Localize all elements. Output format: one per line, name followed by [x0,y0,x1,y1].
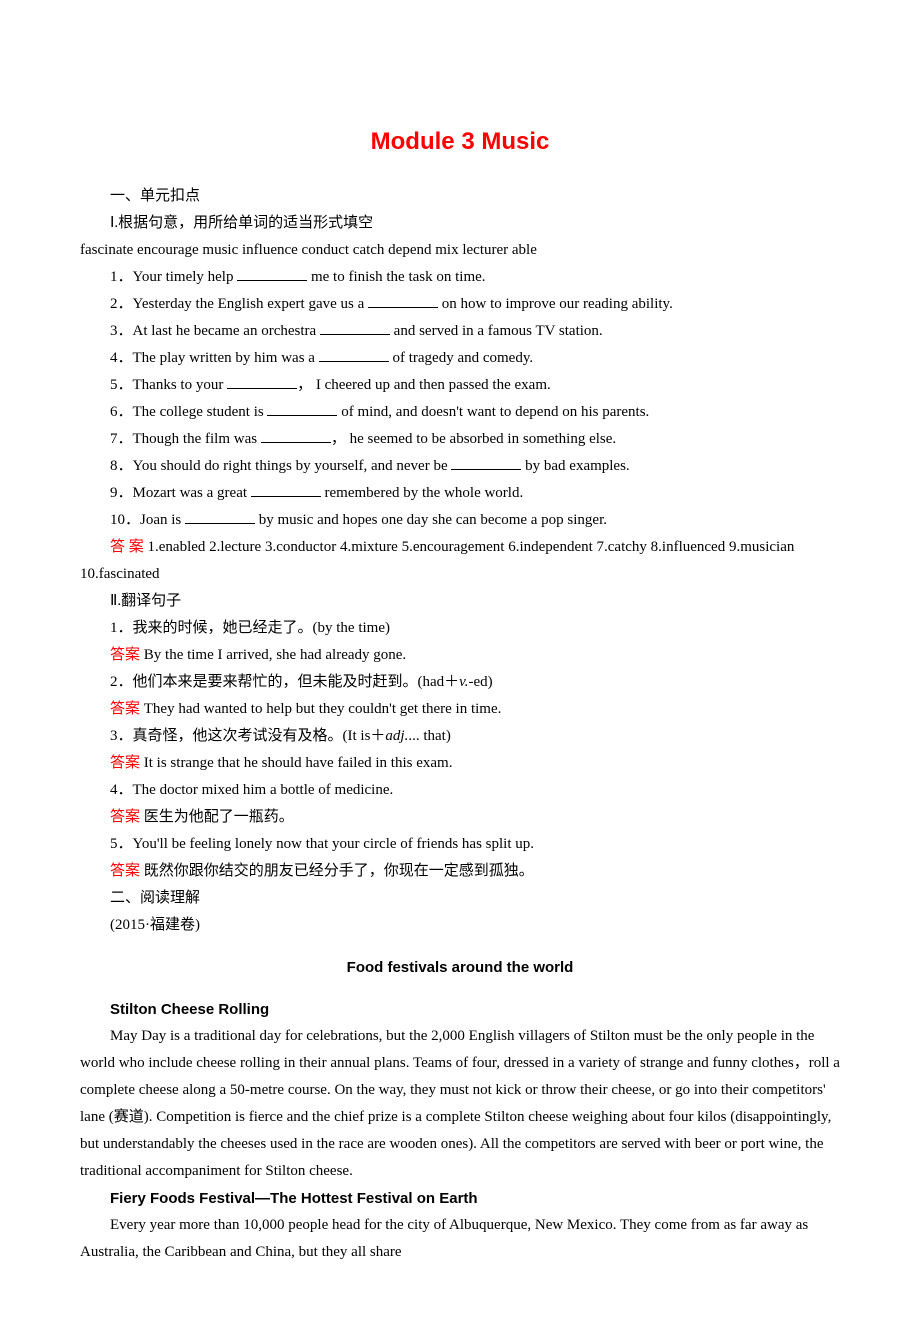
q6: 6．The college student is of mind, and do… [80,399,840,426]
blank-6 [267,400,337,416]
s2-a4-text: 医生为他配了一瓶药。 [140,809,294,825]
q7-a: 7．Though the film was [110,431,261,447]
s2-a3-label: 答案 [110,755,140,771]
q9-b: remembered by the whole world. [321,485,523,501]
passage-title: Food festivals around the world [80,954,840,981]
s2-a1: 答案 By the time I arrived, she had alread… [80,642,840,669]
q10: 10．Joan is by music and hopes one day sh… [80,507,840,534]
s2-a1-text: By the time I arrived, she had already g… [140,647,406,663]
s2-q1: 1．我来的时候，她已经走了。(by the time) [80,615,840,642]
q8-b: by bad examples. [521,458,629,474]
section3-source: (2015·福建卷) [80,912,840,939]
passage-p1: May Day is a traditional day for celebra… [80,1023,840,1185]
q2-a: 2．Yesterday the English expert gave us a [110,296,368,312]
q5-b: ， I cheered up and then passed the exam. [297,377,551,393]
blank-8 [451,454,521,470]
s2-a1-label: 答案 [110,647,140,663]
q5-a: 5．Thanks to your [110,377,227,393]
s2-a5-label: 答案 [110,863,140,879]
q4-a: 4．The play written by him was a [110,350,319,366]
section2-sub: Ⅱ.翻译句子 [80,588,840,615]
q9-a: 9．Mozart was a great [110,485,251,501]
blank-4 [319,346,389,362]
q10-a: 10．Joan is [110,512,185,528]
s2-q4: 4．The doctor mixed him a bottle of medic… [80,777,840,804]
q7: 7．Though the film was ， he seemed to be … [80,426,840,453]
s2-q3-end: ... that) [408,728,451,744]
q4-b: of tragedy and comedy. [389,350,533,366]
passage-p2: Every year more than 10,000 people head … [80,1212,840,1266]
s2-q2: 2．他们本来是要来帮忙的，但未能及时赶到。(had＋v.-ed) [80,669,840,696]
section1-heading: 一、单元扣点 [80,183,840,210]
passage-sub2: Fiery Foods Festival—The Hottest Festiva… [80,1185,840,1212]
q5: 5．Thanks to your ， I cheered up and then… [80,372,840,399]
passage-sub1: Stilton Cheese Rolling [80,996,840,1023]
q8: 8．You should do right things by yourself… [80,453,840,480]
blank-9 [251,481,321,497]
section1-answers: 答 案 1.enabled 2.lecture 3.conductor 4.mi… [80,534,840,588]
q3-a: 3．At last he became an orchestra [110,323,320,339]
s2-q5: 5．You'll be feeling lonely now that your… [80,831,840,858]
s2-q2-end: -ed) [468,674,492,690]
answers-text: 1.enabled 2.lecture 3.conductor 4.mixtur… [80,539,794,582]
s2-q3-it: adj. [385,728,408,744]
q10-b: by music and hopes one day she can becom… [255,512,607,528]
q6-b: of mind, and doesn't want to depend on h… [337,404,649,420]
module-title: Module 3 Music [80,120,840,163]
q9: 9．Mozart was a great remembered by the w… [80,480,840,507]
s2-a2-text: They had wanted to help but they couldn'… [140,701,501,717]
s2-a3: 答案 It is strange that he should have fai… [80,750,840,777]
s2-a4-label: 答案 [110,809,140,825]
s2-q3: 3．真奇怪，他这次考试没有及格。(It is＋adj.... that) [80,723,840,750]
q4: 4．The play written by him was a of trage… [80,345,840,372]
q2-b: on how to improve our reading ability. [438,296,673,312]
section3-heading: 二、阅读理解 [80,885,840,912]
s2-q2a: 2．他们本来是要来帮忙的，但未能及时赶到。(had＋ [110,674,459,690]
q1: 1．Your timely help me to finish the task… [80,264,840,291]
s2-q3a: 3．真奇怪，他这次考试没有及格。(It is＋ [110,728,385,744]
s2-a5: 答案 既然你跟你结交的朋友已经分手了，你现在一定感到孤独。 [80,858,840,885]
q6-a: 6．The college student is [110,404,267,420]
blank-5 [227,373,297,389]
blank-3 [320,319,390,335]
s2-a3-text: It is strange that he should have failed… [140,755,452,771]
q1-b: me to finish the task on time. [307,269,485,285]
blank-7 [261,427,331,443]
blank-2 [368,292,438,308]
s2-a5-text: 既然你跟你结交的朋友已经分手了，你现在一定感到孤独。 [140,863,534,879]
answers-label: 答 案 [110,539,144,555]
section1-sub1: Ⅰ.根据句意，用所给单词的适当形式填空 [80,210,840,237]
q3: 3．At last he became an orchestra and ser… [80,318,840,345]
q1-a: 1．Your timely help [110,269,237,285]
q2: 2．Yesterday the English expert gave us a… [80,291,840,318]
word-bank: fascinate encourage music influence cond… [80,237,840,264]
s2-a4: 答案 医生为他配了一瓶药。 [80,804,840,831]
q7-b: ， he seemed to be absorbed in something … [331,431,616,447]
s2-a2: 答案 They had wanted to help but they coul… [80,696,840,723]
blank-1 [237,265,307,281]
q3-b: and served in a famous TV station. [390,323,603,339]
q8-a: 8．You should do right things by yourself… [110,458,451,474]
s2-a2-label: 答案 [110,701,140,717]
blank-10 [185,508,255,524]
